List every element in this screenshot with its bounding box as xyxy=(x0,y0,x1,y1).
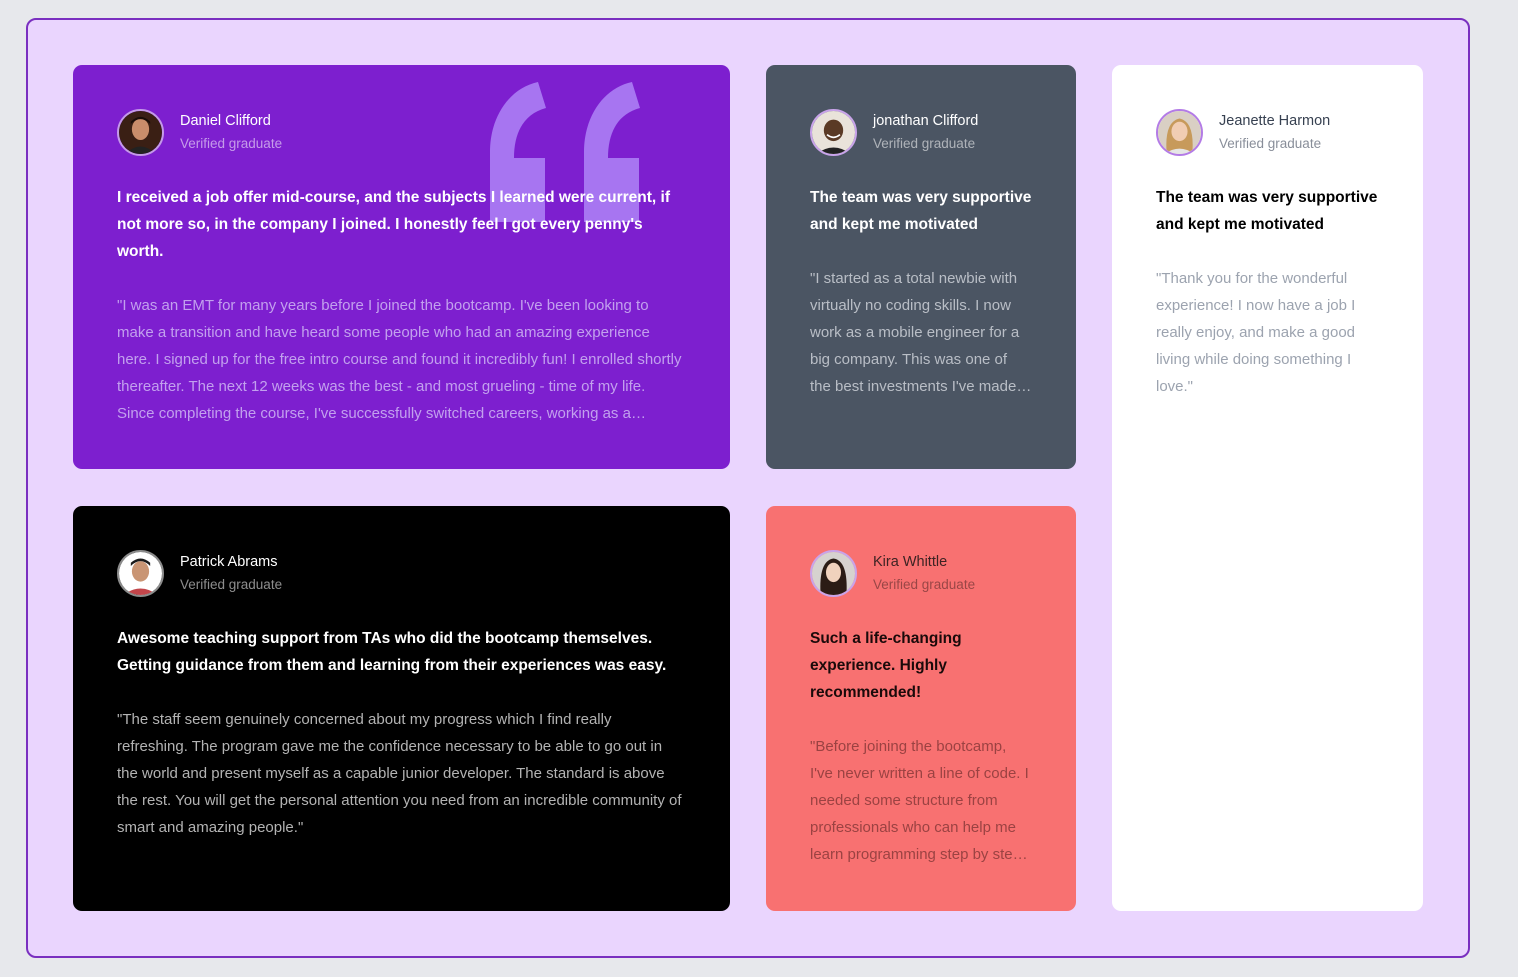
avatar-patrick-icon xyxy=(117,550,164,597)
author-role: Verified graduate xyxy=(1219,136,1322,151)
testimonial-card-patrick: Patrick Abrams Verified graduate Awesome… xyxy=(73,506,730,911)
author-name: Patrick Abrams xyxy=(180,554,278,570)
testimonial-headline: I received a job offer mid-course, and t… xyxy=(117,189,670,260)
card-header: Jeanette Harmon Verified graduate xyxy=(1156,109,1379,156)
author-role: Verified graduate xyxy=(180,577,283,592)
author-name: Jeanette Harmon xyxy=(1219,113,1331,129)
testimonial-card-jonathan: jonathan Clifford Verified graduate The … xyxy=(766,65,1076,469)
testimonial-body: "I was an EMT for many years before I jo… xyxy=(117,297,682,422)
card-header: Daniel Clifford Verified graduate xyxy=(117,109,686,156)
avatar-jonathan-icon xyxy=(810,109,857,156)
testimonial-headline: Such a life-changing experience. Highly … xyxy=(810,630,962,701)
author-role: Verified graduate xyxy=(873,136,976,151)
testimonial-body: "Thank you for the wonderful experience!… xyxy=(1156,270,1356,395)
avatar-jeanette-icon xyxy=(1156,109,1203,156)
testimonial-body: "I started as a total newbie with virtua… xyxy=(810,270,1020,395)
author-role: Verified graduate xyxy=(873,577,976,592)
card-header: jonathan Clifford Verified graduate xyxy=(810,109,1032,156)
avatar-kira-icon xyxy=(810,550,857,597)
testimonial-card-daniel: Daniel Clifford Verified graduate I rece… xyxy=(73,65,730,469)
testimonial-headline: The team was very supportive and kept me… xyxy=(810,189,1032,233)
author-name: Kira Whittle xyxy=(873,554,948,570)
card-header: Kira Whittle Verified graduate xyxy=(810,550,1032,597)
testimonial-card-kira: Kira Whittle Verified graduate Such a li… xyxy=(766,506,1076,911)
avatar-daniel-icon xyxy=(117,109,164,156)
testimonial-headline: The team was very supportive and kept me… xyxy=(1156,189,1378,233)
testimonial-headline: Awesome teaching support from TAs who di… xyxy=(117,630,667,674)
card-header: Patrick Abrams Verified graduate xyxy=(117,550,686,597)
author-role: Verified graduate xyxy=(180,136,283,151)
testimonial-body: "The staff seem genuinely concerned abou… xyxy=(117,711,682,836)
author-name: jonathan Clifford xyxy=(873,113,979,129)
testimonial-body: "Before joining the bootcamp, I've never… xyxy=(810,738,1029,863)
author-name: Daniel Clifford xyxy=(180,113,271,129)
testimonial-card-jeanette: Jeanette Harmon Verified graduate The te… xyxy=(1112,65,1423,911)
